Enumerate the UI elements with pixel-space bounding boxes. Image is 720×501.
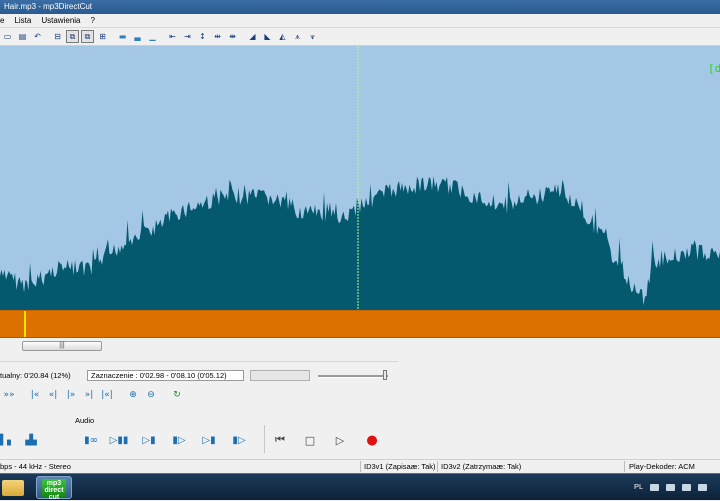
- play-around-icon[interactable]: ▷▮: [194, 432, 224, 448]
- current-position: tualny: 0'20.84 (12%): [0, 371, 71, 380]
- marker-set-icon[interactable]: ↕: [196, 30, 209, 43]
- paste-icon[interactable]: ⧉: [81, 30, 94, 43]
- menu-ustawienia[interactable]: Ustawienia: [36, 14, 85, 27]
- battery-icon[interactable]: [682, 484, 691, 491]
- id3v2-status: ID3v2 (Zatrzymaæ: Tak): [441, 462, 522, 471]
- flag-icon[interactable]: [666, 484, 675, 491]
- cut-icon[interactable]: ⊟: [51, 30, 64, 43]
- toolbar: ▭ ▤ ↶ ⊟ ⧉ ⧉ ⊞ ▬ ▃ ▁ ⇤ ⇥ ↕ ⇹ ⇼ ◢ ◣ ◭ ⩚ ⩛: [0, 28, 720, 46]
- mark-end-button[interactable]: |»: [62, 388, 80, 402]
- jump-start-button[interactable]: |«: [26, 388, 44, 402]
- fast-forward-button[interactable]: »»: [0, 388, 18, 402]
- taskbar-app-button[interactable]: mp3 direct cut: [36, 476, 72, 501]
- undo-icon[interactable]: ↶: [31, 30, 44, 43]
- fade-level-icon[interactable]: ⩚: [291, 30, 304, 43]
- play-to-cursor-icon[interactable]: ▷▮: [134, 432, 164, 448]
- play-loop-icon[interactable]: ▮∞: [78, 432, 104, 448]
- status-divider: [437, 461, 438, 472]
- position-cursor[interactable]: [24, 311, 26, 337]
- divider: [0, 361, 398, 362]
- language-indicator[interactable]: PL: [634, 482, 643, 491]
- normalize-icon[interactable]: ⩛: [306, 30, 319, 43]
- id3v1-status: ID3v1 (Zapisaæ: Tak): [364, 462, 436, 471]
- prev-track-icon[interactable]: ▌▖: [0, 432, 15, 448]
- audio-format: bps - 44 kHz - Stereo: [0, 462, 71, 471]
- progress-field: [250, 370, 310, 381]
- taskbar: mp3 direct cut PL: [0, 473, 720, 501]
- fade-in-icon[interactable]: ◢: [246, 30, 259, 43]
- status-divider: [360, 461, 361, 472]
- menu-bar: e Lista Ustawienia ?: [0, 14, 720, 28]
- navigation-row: »» |« «| |» »| |«| ⊕ ⊖ ↻: [0, 388, 186, 402]
- mp3directcut-logo-icon: mp3 direct cut: [42, 479, 66, 501]
- play-icon[interactable]: ▷: [331, 432, 349, 448]
- status-divider: [624, 461, 625, 472]
- marker-right-icon[interactable]: ⇥: [181, 30, 194, 43]
- go-start-icon[interactable]: ⏮: [271, 432, 289, 448]
- mark-begin-button[interactable]: «|: [44, 388, 62, 402]
- play-from-cursor-icon[interactable]: ▮▷: [164, 432, 194, 448]
- decoder-status: Play-Dekoder: ACM: [629, 462, 695, 471]
- volume-slider-track[interactable]: [318, 375, 388, 378]
- audio-buttons: ▮∞ ▷▮▮ ▷▮ ▮▷ ▷▮ ▮▷: [78, 432, 254, 448]
- selection-field[interactable]: Zaznaczenie : 0'02.98 - 0'08.10 (0'05.12…: [87, 370, 244, 381]
- marker-label: [d: [708, 62, 720, 75]
- open-file-icon[interactable]: ▭: [1, 30, 14, 43]
- stop-icon[interactable]: □: [301, 432, 319, 448]
- record-icon[interactable]: ●: [363, 432, 381, 448]
- network-icon[interactable]: [650, 484, 659, 491]
- zoom-in-icon[interactable]: ⊕: [124, 388, 142, 402]
- zoom-out-icon[interactable]: ⊖: [142, 388, 160, 402]
- wave-half-icon[interactable]: ▃: [131, 30, 144, 43]
- save-icon[interactable]: ▤: [16, 30, 29, 43]
- play-selection-icon[interactable]: ▷▮▮: [104, 432, 134, 448]
- audio-group-label: Audio: [75, 416, 95, 425]
- horizontal-scrollbar[interactable]: |||: [0, 338, 720, 352]
- menu-help[interactable]: ?: [86, 14, 100, 27]
- status-bar: bps - 44 kHz - Stereo ID3v1 (Zapisaæ: Ta…: [0, 459, 720, 473]
- title-bar: Hair.mp3 - mp3DirectCut: [0, 0, 720, 14]
- volume-slider-thumb[interactable]: [383, 370, 387, 380]
- insert-icon[interactable]: ⊞: [96, 30, 109, 43]
- fade-out-icon[interactable]: ◣: [261, 30, 274, 43]
- waveform-view[interactable]: [0, 46, 720, 310]
- jump-end-button[interactable]: »|: [80, 388, 98, 402]
- folder-icon[interactable]: [2, 480, 24, 496]
- marker-left-icon[interactable]: ⇤: [166, 30, 179, 43]
- selection-bar[interactable]: [0, 310, 720, 338]
- scrollbar-thumb[interactable]: |||: [22, 341, 102, 351]
- split-icon[interactable]: ▟▖: [22, 432, 44, 448]
- window-title: Hair.mp3 - mp3DirectCut: [4, 2, 93, 11]
- left-buttons: ▌▖ ▟▖: [0, 432, 44, 448]
- wave-full-icon[interactable]: ▬: [116, 30, 129, 43]
- wave-low-icon[interactable]: ▁: [146, 30, 159, 43]
- loop-icon[interactable]: ↻: [168, 388, 186, 402]
- menu-edit[interactable]: e: [0, 14, 9, 27]
- menu-lista[interactable]: Lista: [9, 14, 36, 27]
- goto-marker-button[interactable]: |«|: [98, 388, 116, 402]
- play-end-icon[interactable]: ▮▷: [224, 432, 254, 448]
- fade-both-icon[interactable]: ◭: [276, 30, 289, 43]
- marker-center-icon[interactable]: ⇹: [211, 30, 224, 43]
- copy-icon[interactable]: ⧉: [66, 30, 79, 43]
- volume-icon[interactable]: [698, 484, 707, 491]
- marker-jump-icon[interactable]: ⇼: [226, 30, 239, 43]
